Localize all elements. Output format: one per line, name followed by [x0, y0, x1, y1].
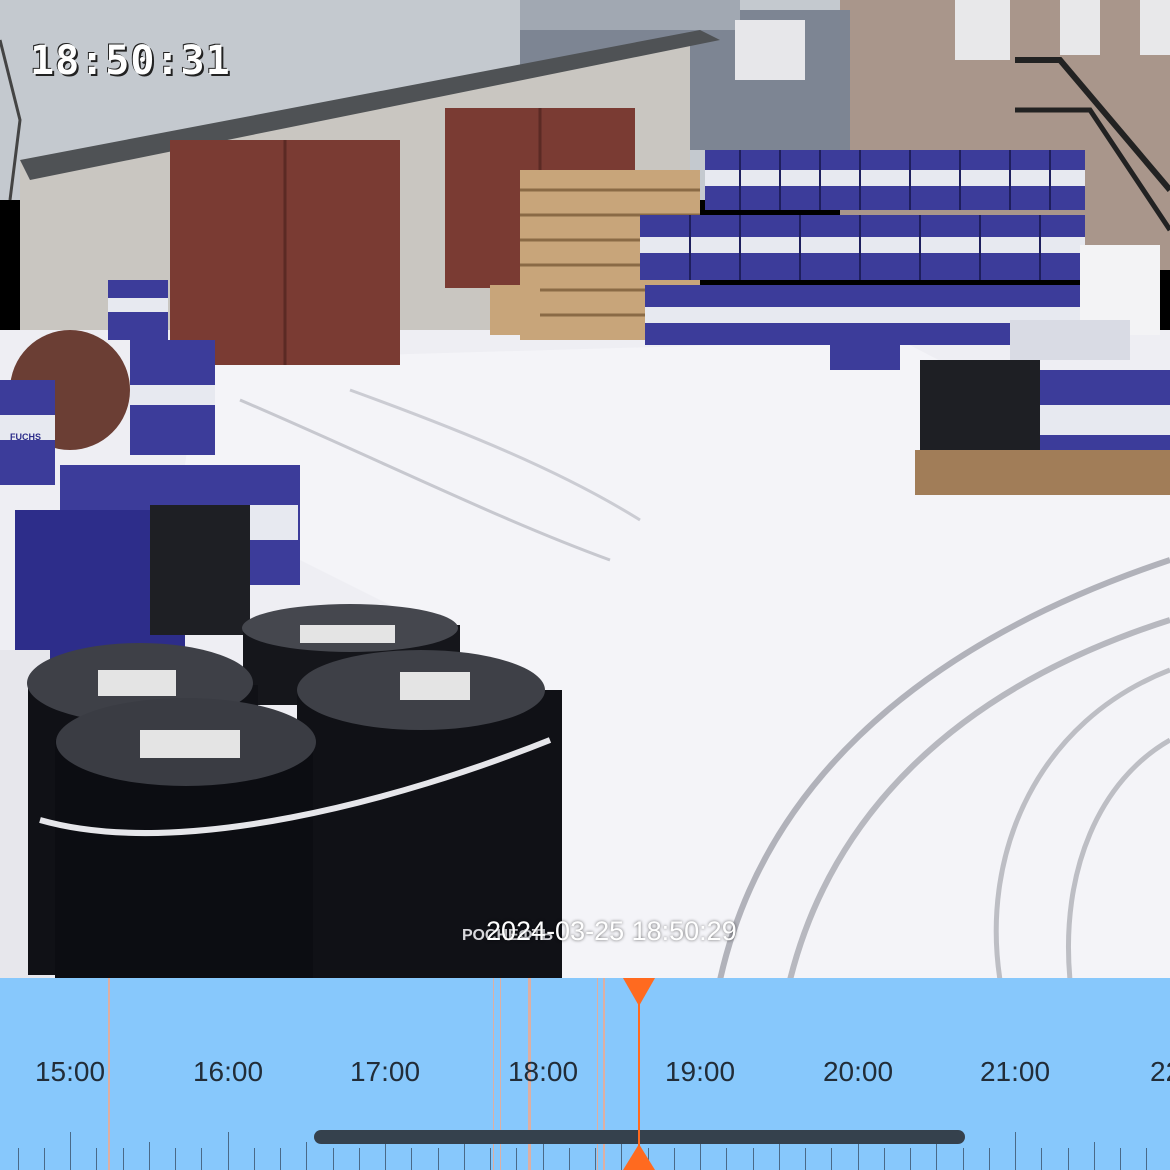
timeline-tick [463, 1142, 465, 1170]
timeline-tick [1093, 1142, 1095, 1170]
playhead-line[interactable] [638, 978, 640, 1170]
hour-label: 22 [1150, 1056, 1170, 1087]
timeline-tick [883, 1148, 885, 1170]
hour-label: 15:00 [34, 1056, 106, 1087]
timeline-tick [568, 1148, 570, 1170]
triangle-down-icon[interactable] [623, 978, 655, 1006]
timeline-tick [175, 1148, 176, 1170]
timeline-tick [752, 1148, 754, 1170]
timeline-tick [1067, 1148, 1069, 1170]
timeline-tick [306, 1142, 308, 1170]
hour-label: 17:00 [349, 1056, 421, 1087]
playback-timeline[interactable]: 15:00 16:00 17:00 18:00 19:00 20:00 21:0… [0, 978, 1170, 1170]
hour-label: 16:00 [192, 1056, 264, 1087]
timeline-tick [726, 1148, 728, 1170]
timeline-tick [673, 1148, 675, 1170]
timeline-tick [831, 1148, 833, 1170]
timeline-tick [1015, 1132, 1016, 1170]
timeline-tick [122, 1148, 124, 1170]
timeline-tick [280, 1148, 281, 1170]
timeline-tick [411, 1148, 413, 1170]
triangle-up-icon[interactable] [623, 1144, 655, 1170]
timeline-tick [148, 1142, 150, 1170]
timeline-tick [201, 1148, 203, 1170]
warehouse-yard-scene: РОСНЕФТЬ FUCHS [0, 0, 1170, 978]
timeline-tick [17, 1148, 19, 1170]
timeline-tick [1146, 1148, 1148, 1170]
timeline-tick [805, 1148, 806, 1170]
hour-label: 19:00 [664, 1056, 736, 1087]
timeline-tick [778, 1142, 780, 1170]
hour-label: 21:00 [979, 1056, 1051, 1087]
timeline-tick [595, 1148, 596, 1170]
timeline-tick [358, 1148, 360, 1170]
camera-osd-clock: 18:50:31 [30, 38, 231, 84]
timeline-tick [43, 1148, 45, 1170]
timeline-tick [332, 1148, 334, 1170]
hour-label: 18:00 [507, 1056, 579, 1087]
timeline-tick [1120, 1148, 1121, 1170]
recording-marker [108, 978, 110, 1170]
timeline-tick [437, 1148, 439, 1170]
timeline-tick [227, 1132, 229, 1170]
timeline-tick [988, 1148, 990, 1170]
timeline-tick [516, 1148, 518, 1170]
timeline-tick [70, 1132, 71, 1170]
timeline-tick [1041, 1148, 1043, 1170]
timeline-tick [936, 1142, 938, 1170]
timeline-tick [253, 1148, 255, 1170]
timeline-tick [962, 1148, 964, 1170]
timeline-tick [490, 1148, 491, 1170]
camera-video-frame[interactable]: РОСНЕФТЬ FUCHS 18:50:31 2024-03-25 18:50… [0, 0, 1170, 978]
fuchs-label: FUCHS [10, 432, 41, 442]
timeline-tick [96, 1148, 98, 1170]
hour-label: 20:00 [822, 1056, 894, 1087]
timeline-tick [910, 1148, 911, 1170]
playback-timestamp: 2024-03-25 18:50:29 [486, 916, 737, 946]
